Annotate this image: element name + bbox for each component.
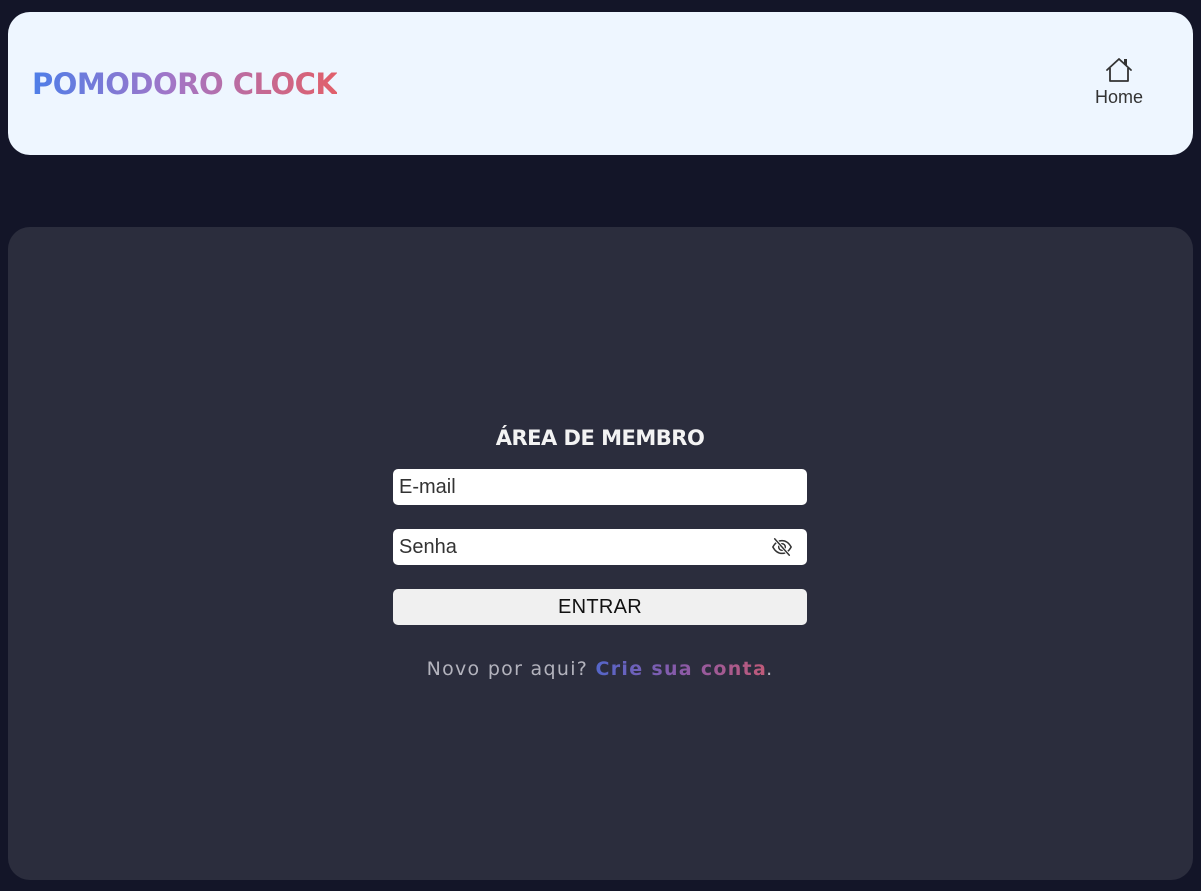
- eye-off-icon[interactable]: [771, 536, 793, 558]
- home-nav-label: Home: [1094, 87, 1143, 107]
- login-card: ÁREA DE MEMBRO ENTRAR Novo por aqui? Cri…: [8, 227, 1193, 880]
- login-title: ÁREA DE MEMBRO: [495, 426, 705, 450]
- create-account-link[interactable]: Crie sua conta: [596, 658, 768, 680]
- signup-suffix: .: [766, 658, 774, 680]
- password-field-wrapper: [393, 529, 807, 565]
- email-field-wrapper: [393, 469, 807, 505]
- password-input[interactable]: [393, 529, 807, 565]
- app-logo[interactable]: POMODORO CLOCK: [32, 65, 338, 103]
- top-header: POMODORO CLOCK Home: [8, 12, 1193, 155]
- login-form: ÁREA DE MEMBRO ENTRAR Novo por aqui? Cri…: [393, 424, 807, 699]
- home-nav-link[interactable]: Home: [1088, 56, 1150, 116]
- home-icon: [1106, 58, 1132, 82]
- login-submit-button[interactable]: ENTRAR: [393, 589, 807, 625]
- signup-prompt-text: Novo por aqui?: [426, 658, 589, 680]
- email-input[interactable]: [393, 469, 807, 505]
- signup-prompt-line: Novo por aqui? Crie sua conta.: [393, 658, 807, 680]
